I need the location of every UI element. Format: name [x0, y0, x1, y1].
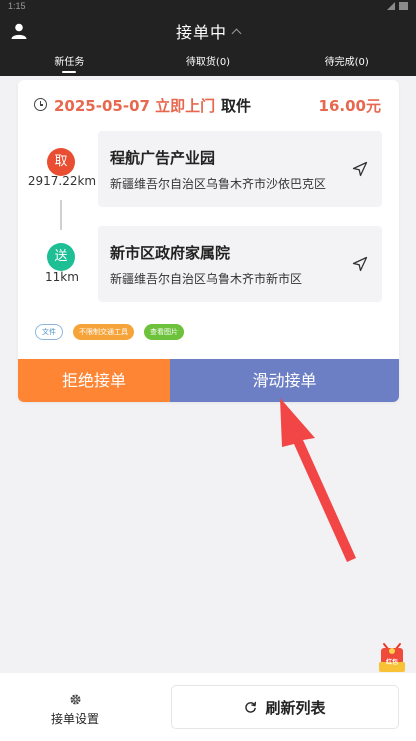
dropoff-address: 新疆维吾尔自治区乌鲁木齐市新市区: [110, 272, 303, 286]
task-card[interactable]: 2025-05-07 立即上门 取件 16.00元 取 2917.22km 送 …: [18, 80, 399, 402]
tab-new-tasks[interactable]: 新任务: [0, 50, 139, 76]
dropoff-name: 新市区政府家属院: [110, 244, 231, 262]
status-toggle[interactable]: 接单中: [0, 19, 416, 43]
view-images-button[interactable]: 查看图片: [144, 324, 184, 340]
task-price: 16.00元: [318, 97, 381, 115]
pickup-distance: 2917.22km: [27, 174, 97, 188]
chevron-up-icon: [231, 28, 242, 39]
task-tags: 文件 不限制交通工具 查看图片: [35, 324, 184, 340]
tag-document: 文件: [35, 324, 63, 340]
status-bar: 1:15: [0, 0, 416, 14]
tag-any-vehicle: 不限制交通工具: [73, 324, 134, 340]
pickup-name: 程航广告产业园: [110, 149, 216, 167]
red-packet-label: 红包: [385, 659, 398, 666]
navigate-icon[interactable]: [352, 256, 368, 272]
route-connector: [60, 200, 62, 230]
refresh-list-button[interactable]: 刷新列表: [171, 685, 399, 729]
task-card-header: 2025-05-07 立即上门 取件 16.00元: [34, 95, 381, 117]
status-icons: [387, 2, 408, 10]
dropoff-marker: 送: [47, 243, 75, 271]
order-settings-button[interactable]: 接单设置: [40, 693, 110, 727]
gear-icon: [69, 694, 81, 705]
signal-icon: [387, 2, 395, 10]
dropoff-address-box[interactable]: 新市区政府家属院 新疆维吾尔自治区乌鲁木齐市新市区: [98, 226, 382, 302]
pickup-kind: 取件: [221, 97, 252, 115]
navigate-icon[interactable]: [352, 161, 368, 177]
pickup-address-box[interactable]: 程航广告产业园 新疆维吾尔自治区乌鲁木齐市沙依巴克区: [98, 131, 382, 207]
order-settings-label: 接单设置: [50, 712, 99, 726]
task-tabs: 新任务 待取货(0) 待完成(0): [0, 50, 416, 76]
tab-pending-pickup[interactable]: 待取货(0): [139, 50, 278, 76]
page-title: 接单中: [175, 23, 227, 42]
battery-icon: [399, 2, 408, 10]
refresh-list-label: 刷新列表: [265, 698, 326, 717]
pickup-time: 2025-05-07 立即上门: [54, 97, 216, 115]
red-packet-button[interactable]: 红包: [377, 640, 407, 674]
status-time: 1:15: [8, 1, 26, 11]
reject-order-button[interactable]: 拒绝接单: [18, 359, 170, 402]
pickup-marker: 取: [47, 148, 75, 176]
annotation-arrow-icon: [280, 398, 356, 562]
clock-icon: [34, 98, 47, 111]
top-header: 1:15 接单中 新任务 待取货(0) 待完成(0): [0, 0, 416, 76]
tab-pending-complete[interactable]: 待完成(0): [277, 50, 416, 76]
refresh-icon: [245, 701, 257, 713]
pickup-address: 新疆维吾尔自治区乌鲁木齐市沙依巴克区: [110, 177, 327, 191]
bottom-bar: 接单设置 刷新列表: [0, 673, 416, 741]
dropoff-distance: 11km: [45, 270, 79, 284]
